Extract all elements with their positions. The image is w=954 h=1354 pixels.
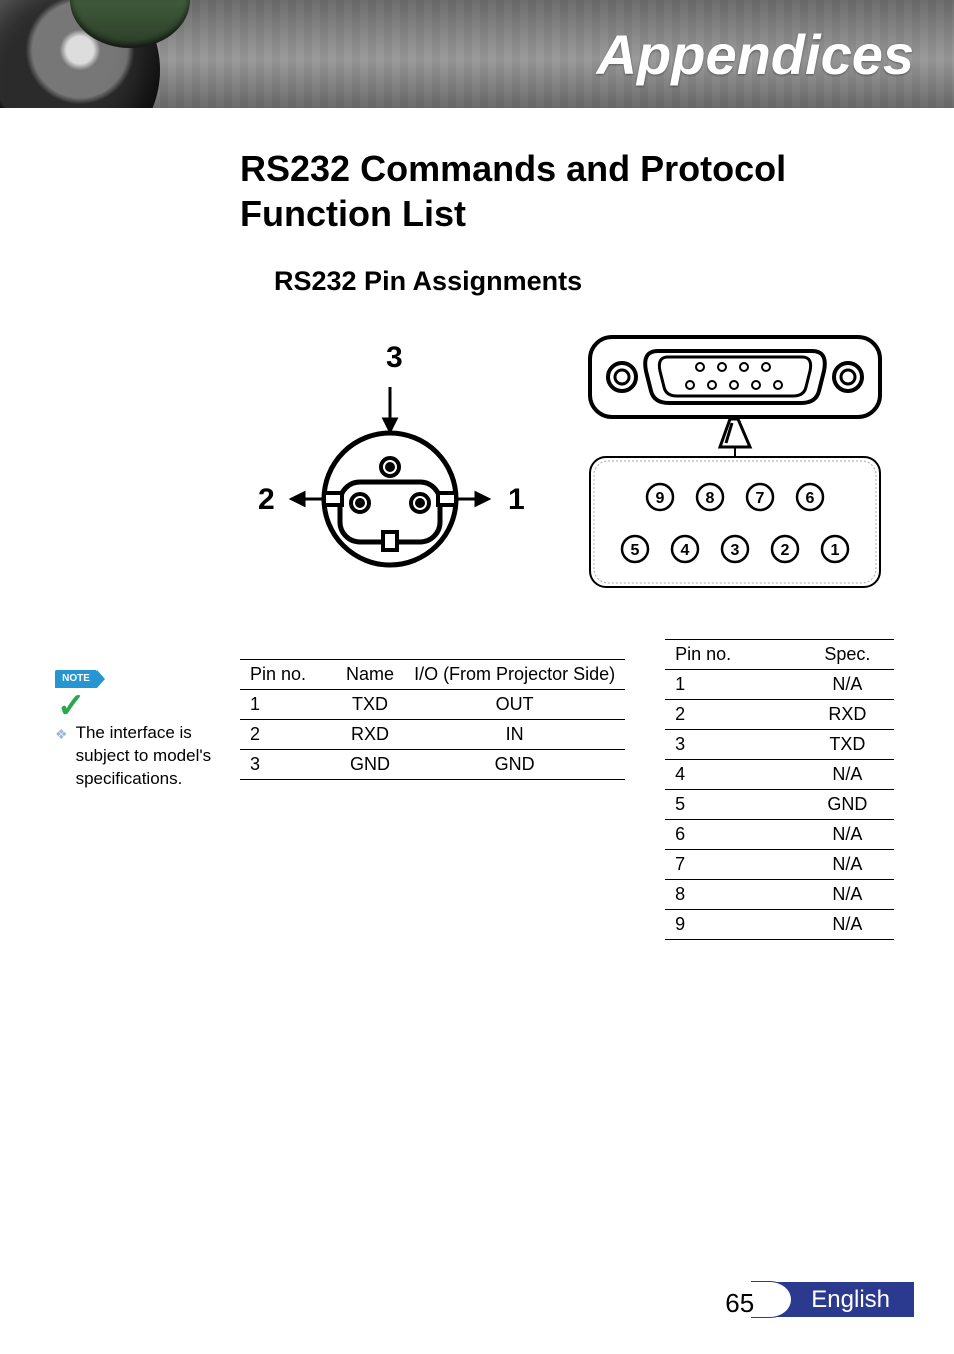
table-row: 1N/A <box>665 670 894 700</box>
table-row: 3GNDGND <box>240 750 625 780</box>
pin-label-1: 1 <box>508 483 525 516</box>
section-title: Appendices <box>597 22 914 87</box>
table-cell: 4 <box>665 760 801 790</box>
page-footer: 65 English <box>777 1286 914 1314</box>
table-cell: TXD <box>801 730 894 760</box>
table-cell: N/A <box>801 820 894 850</box>
sub-heading: RS232 Pin Assignments <box>274 266 894 297</box>
db9-pin-3: 3 <box>731 542 740 559</box>
table-row: 2RXDIN <box>240 720 625 750</box>
table-cell: GND <box>404 750 625 780</box>
table-row: 2RXD <box>665 700 894 730</box>
table-row: 9N/A <box>665 910 894 940</box>
table-cell: 7 <box>665 850 801 880</box>
language-label: English <box>777 1282 914 1317</box>
table-row: 6N/A <box>665 820 894 850</box>
table-cell: 9 <box>665 910 801 940</box>
db9-pin-5: 5 <box>631 542 640 559</box>
pin-table-3: Pin no. Name I/O (From Projector Side) 1… <box>240 659 625 780</box>
table-cell: N/A <box>801 760 894 790</box>
round-connector-diagram: 3 2 1 <box>240 327 540 607</box>
t3-h-io: I/O (From Projector Side) <box>404 660 625 690</box>
table-cell: 5 <box>665 790 801 820</box>
db9-pin-4: 4 <box>681 542 690 559</box>
table-cell: 8 <box>665 880 801 910</box>
diagram-row: 3 2 1 <box>240 327 894 627</box>
table-row: 8N/A <box>665 880 894 910</box>
db9-pin-7: 7 <box>756 490 765 507</box>
table-cell: 6 <box>665 820 801 850</box>
note-sidebar: NOTE ✓ ❖ The interface is subject to mod… <box>55 670 225 791</box>
table-cell: 3 <box>240 750 336 780</box>
table-cell: 1 <box>665 670 801 700</box>
table-row: 5GND <box>665 790 894 820</box>
db9-pin-2: 2 <box>781 542 790 559</box>
t3-h-name: Name <box>336 660 404 690</box>
pin-label-3: 3 <box>386 341 403 374</box>
table-cell: N/A <box>801 880 894 910</box>
t3-h-pin: Pin no. <box>240 660 336 690</box>
bullet-icon: ❖ <box>55 722 68 791</box>
note-icon: NOTE ✓ <box>55 670 107 714</box>
table-cell: N/A <box>801 670 894 700</box>
pin-label-2: 2 <box>258 483 275 516</box>
table-cell: GND <box>801 790 894 820</box>
table-row: 1TXDOUT <box>240 690 625 720</box>
db9-pin-9: 9 <box>656 490 665 507</box>
page-number: 65 <box>725 1288 754 1319</box>
table-cell: OUT <box>404 690 625 720</box>
db9-pin-1: 1 <box>831 542 840 559</box>
table-cell: N/A <box>801 850 894 880</box>
table-cell: N/A <box>801 910 894 940</box>
table-cell: RXD <box>336 720 404 750</box>
table-cell: GND <box>336 750 404 780</box>
t9-h-pin: Pin no. <box>665 640 801 670</box>
table-cell: 1 <box>240 690 336 720</box>
t9-h-spec: Spec. <box>801 640 894 670</box>
page-heading: RS232 Commands and Protocol Function Lis… <box>240 146 894 236</box>
db9-pin-8: 8 <box>706 490 715 507</box>
check-icon: ✓ <box>57 684 86 730</box>
table-row: 4N/A <box>665 760 894 790</box>
table-cell: 3 <box>665 730 801 760</box>
table-cell: 2 <box>665 700 801 730</box>
pin-table-9: Pin no. Spec. 1N/A2RXD3TXD4N/A5GND6N/A7N… <box>665 639 894 940</box>
table-row: 7N/A <box>665 850 894 880</box>
db9-connector-diagram: 9 8 7 6 5 4 3 2 1 <box>580 327 890 627</box>
table-cell: RXD <box>801 700 894 730</box>
db9-pin-6: 6 <box>806 490 815 507</box>
table-cell: TXD <box>336 690 404 720</box>
note-text: The interface is subject to model's spec… <box>76 722 225 791</box>
table-row: 3TXD <box>665 730 894 760</box>
table-cell: 2 <box>240 720 336 750</box>
table-cell: IN <box>404 720 625 750</box>
header-banner: Appendices <box>0 0 954 108</box>
tables-row: Pin no. Name I/O (From Projector Side) 1… <box>240 639 894 940</box>
